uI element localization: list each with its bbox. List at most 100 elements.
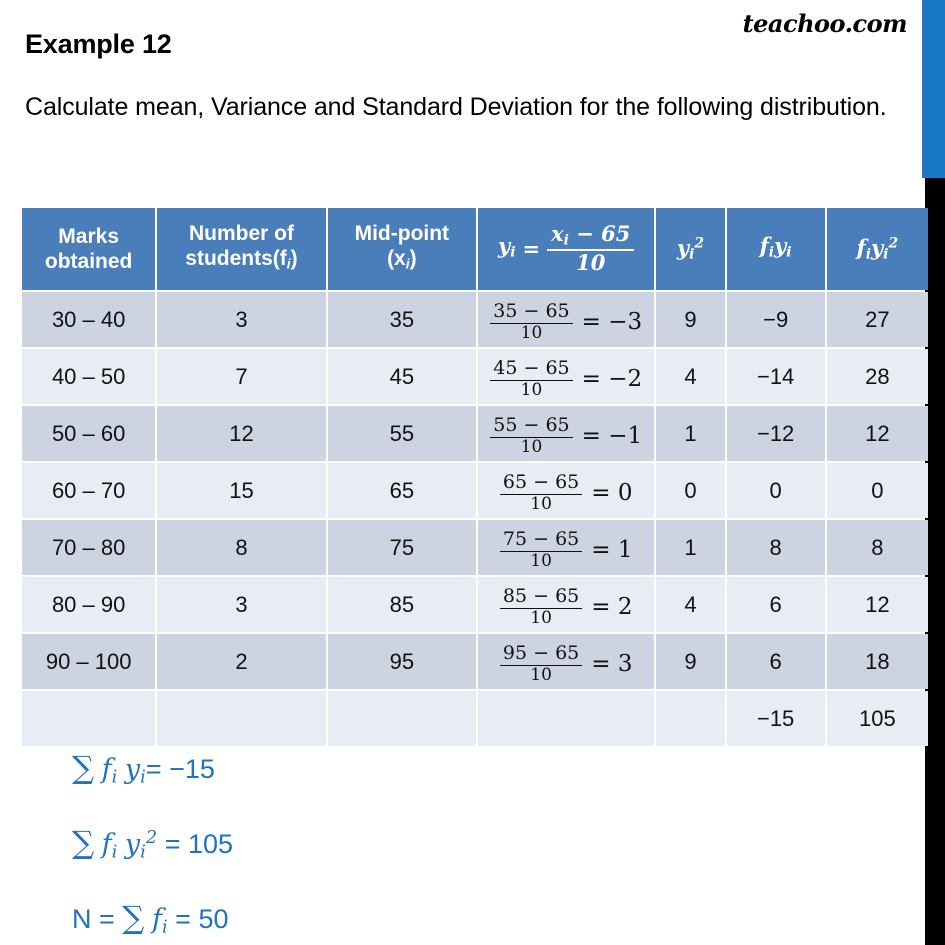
- cell-formula-expression: 95 − 65 10 = 3: [499, 643, 633, 685]
- summary2-y: yi2: [124, 827, 158, 862]
- cell-y-squared: 0: [656, 463, 725, 518]
- cell-fi-yi-squared: 27: [826, 292, 928, 347]
- header-ysq-sup: 2: [694, 234, 705, 251]
- total-y-squared: [656, 691, 725, 746]
- header-mid-point: Mid-point (xi): [327, 208, 476, 290]
- cell-formula-denominator: 10: [530, 493, 552, 514]
- cell-fi-yi-squared: 12: [826, 406, 928, 461]
- header-y-formula: yi = xi − 65 10: [478, 208, 655, 290]
- cell-formula-result: = 3: [591, 651, 633, 677]
- cell-marks-obtained: 90 – 100: [22, 634, 156, 689]
- question-prompt: Calculate mean, Variance and Standard De…: [25, 93, 887, 121]
- cell-number-of-students: 2: [157, 634, 326, 689]
- cell-fi-yi-squared: 12: [826, 577, 928, 632]
- total-marks: [22, 691, 156, 746]
- table-row: 50 – 60 12 55 55 − 65 10 = −1 1 −12 12: [22, 406, 928, 461]
- header-ysq-y: y: [676, 234, 690, 260]
- cell-mid-point: 85: [327, 577, 476, 632]
- cell-formula-result: = −3: [581, 309, 643, 335]
- header-fy-f: f: [759, 232, 769, 258]
- header-fysq-f: f: [856, 234, 866, 260]
- cell-formula-denominator: 10: [530, 607, 552, 628]
- cell-number-of-students: 7: [157, 349, 326, 404]
- cell-fi-yi-squared: 18: [826, 634, 928, 689]
- summary-sum-fy: ∑ fi yi= −15: [72, 750, 215, 787]
- cell-y-formula: 75 − 65 10 = 1: [478, 520, 655, 575]
- cell-formula-result: = −1: [581, 423, 643, 449]
- table-row: 60 – 70 15 65 65 − 65 10 = 0000: [22, 463, 928, 518]
- cell-y-squared: 4: [656, 577, 725, 632]
- cell-y-squared: 4: [656, 349, 725, 404]
- cell-formula-numerator: 75 − 65: [499, 529, 583, 552]
- cell-mid-point: 35: [327, 292, 476, 347]
- summary2-f-sub: i: [111, 841, 118, 863]
- cell-formula-fraction: 45 − 65 10: [490, 358, 573, 400]
- header-formula-minus65: − 65: [576, 221, 631, 247]
- cell-formula-result: = 1: [591, 537, 633, 563]
- cell-formula-expression: 65 − 65 10 = 0: [499, 472, 633, 514]
- total-fi-yi: −15: [726, 691, 825, 746]
- summary1-sigma: ∑: [72, 750, 95, 786]
- header-marks-line1: Marks: [58, 225, 119, 248]
- total-students: [157, 691, 326, 746]
- cell-number-of-students: 3: [157, 577, 326, 632]
- cell-number-of-students: 12: [157, 406, 326, 461]
- table-row: 30 – 40 3 35 35 − 65 10 = −3 9 −9 27: [22, 292, 928, 347]
- header-marks-obtained: Marks obtained: [22, 208, 156, 290]
- cell-mid-point: 55: [327, 406, 476, 461]
- header-formula-denominator: 10: [576, 250, 606, 276]
- header-number-of-students: Number of students(fi): [157, 208, 326, 290]
- total-fi-yi-squared: 105: [826, 691, 928, 746]
- cell-formula-numerator: 85 − 65: [499, 586, 583, 609]
- cell-fi-yi: −9: [726, 292, 825, 347]
- cell-formula-fraction: 55 − 65 10: [490, 415, 573, 457]
- cell-formula-denominator: 10: [520, 379, 543, 400]
- summary3-equals: = 50: [175, 904, 229, 934]
- cell-number-of-students: 8: [157, 520, 326, 575]
- cell-fi-yi: 8: [726, 520, 825, 575]
- edge-blue-bar: [925, 0, 945, 178]
- cell-formula-denominator: 10: [530, 550, 552, 571]
- header-fi-yi-squared: fiyi2: [826, 208, 928, 290]
- cell-y-formula: 35 − 65 10 = −3: [478, 292, 655, 347]
- summary2-f-letter: f: [101, 829, 112, 860]
- header-formula-y: y: [498, 232, 511, 258]
- header-formula-numerator: xi − 65: [547, 221, 635, 252]
- cell-formula-numerator: 55 − 65: [490, 415, 573, 438]
- cell-formula-result: = 0: [591, 480, 633, 506]
- cell-y-squared: 1: [656, 406, 725, 461]
- table-row: 40 – 50 7 45 45 − 65 10 = −2 4 −14 28: [22, 349, 928, 404]
- cell-y-formula: 55 − 65 10 = −1: [478, 406, 655, 461]
- summary1-y-letter: y: [124, 754, 141, 785]
- header-students-line2: students(f: [185, 247, 287, 271]
- cell-fi-yi: 6: [726, 634, 825, 689]
- cell-formula-expression: 85 − 65 10 = 2: [499, 586, 633, 628]
- summary-sum-fy-squared: ∑ fi yi2 = 105: [72, 825, 233, 862]
- summary2-sup: 2: [145, 827, 158, 849]
- cell-formula-expression: 35 − 65 10 = −3: [490, 301, 643, 343]
- total-mid: [327, 691, 476, 746]
- cell-marks-obtained: 40 – 50: [22, 349, 156, 404]
- cell-formula-numerator: 35 − 65: [490, 301, 573, 324]
- cell-number-of-students: 15: [157, 463, 326, 518]
- cell-formula-denominator: 10: [530, 664, 552, 685]
- header-marks-line2: obtained: [44, 250, 133, 273]
- summary2-y-letter: y: [124, 829, 141, 860]
- summary3-f-letter: f: [151, 904, 162, 935]
- header-formula-x-sub: i: [563, 232, 569, 249]
- table-row: 90 – 100 2 95 95 − 65 10 = 3 9 6 18: [22, 634, 928, 689]
- summary1-f-sub: i: [111, 766, 118, 788]
- header-formula-x: x: [551, 221, 564, 247]
- brand-logo: teachoo.com: [742, 9, 908, 38]
- cell-formula-expression: 45 − 65 10 = −2: [490, 358, 642, 400]
- summary1-y: yi: [124, 754, 146, 787]
- cell-formula-numerator: 65 − 65: [499, 472, 583, 495]
- header-formula-fraction: xi − 65 10: [547, 221, 635, 276]
- cell-y-formula: 65 − 65 10 = 0: [478, 463, 655, 518]
- summary3-sigma: ∑: [122, 900, 145, 936]
- header-formula-expression: yi = xi − 65 10: [498, 221, 635, 276]
- header-mid-open: (x: [387, 247, 406, 271]
- header-ysq-expression: yi2: [676, 234, 705, 262]
- cell-formula-result: = 2: [591, 594, 633, 620]
- header-fysq-y: y: [870, 234, 884, 260]
